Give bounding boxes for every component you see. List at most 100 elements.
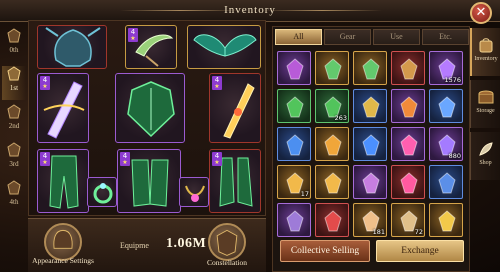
level-tab-3rd[interactable]: 3rd <box>2 142 26 176</box>
inventory-panel: All Gear Use Etc. 1576 263 880 17 181 72 <box>272 26 470 272</box>
level-tab-4th[interactable]: 4th <box>2 180 26 214</box>
inventory-item[interactable]: 263 <box>315 89 349 123</box>
inventory-item[interactable] <box>353 165 387 199</box>
slot-boots[interactable]: 4 ★ <box>209 149 261 213</box>
inventory-item[interactable] <box>429 203 463 237</box>
gold-staff-icon <box>438 210 456 232</box>
side-tab-inventory[interactable]: Inventory <box>470 28 500 76</box>
blue-shard-icon <box>286 134 304 156</box>
gold-ring-icon <box>362 96 380 118</box>
slot-gloves[interactable]: 4 ★ <box>117 149 181 213</box>
tab-etc[interactable]: Etc. <box>422 29 469 45</box>
level-tab-0th[interactable]: 0th <box>2 28 26 62</box>
level-label: 4th <box>9 198 19 206</box>
ring-icon <box>93 183 113 204</box>
level-label: 0th <box>9 46 19 54</box>
green-crossbow-icon <box>362 58 380 80</box>
item-count: 1576 <box>444 76 461 84</box>
inventory-item[interactable] <box>315 203 349 237</box>
enhance-badge: 4 ★ <box>40 152 50 166</box>
inventory-item[interactable]: 1576 <box>429 51 463 85</box>
level-label: 1st <box>9 84 19 92</box>
inventory-item[interactable] <box>277 51 311 85</box>
enhance-badge: 4 ★ <box>212 76 222 90</box>
inventory-item[interactable]: 880 <box>429 127 463 161</box>
blue-crescent-icon <box>362 134 380 156</box>
inventory-item[interactable] <box>353 89 387 123</box>
inventory-item[interactable] <box>277 127 311 161</box>
inventory-item[interactable] <box>391 51 425 85</box>
slot-blade-weapon[interactable]: 4 ★ <box>37 73 89 143</box>
pink-gem-pendant-icon <box>400 172 418 194</box>
inventory-item[interactable] <box>315 51 349 85</box>
tab-use[interactable]: Use <box>373 29 420 45</box>
inventory-item[interactable] <box>315 165 349 199</box>
slot-chest-armor[interactable] <box>115 73 185 143</box>
inventory-item[interactable] <box>277 89 311 123</box>
collective-selling-button[interactable]: Collective Selling <box>280 240 370 262</box>
side-tab-shop[interactable]: Shop <box>470 132 500 180</box>
slot-scythe[interactable]: 4 ★ <box>125 25 177 69</box>
inventory-item[interactable]: 17 <box>277 165 311 199</box>
equipment-score-value: 1.06M <box>166 236 207 251</box>
inventory-item[interactable]: 181 <box>353 203 387 237</box>
inventory-item[interactable] <box>429 89 463 123</box>
side-tab-label: Shop <box>479 160 492 166</box>
item-count: 17 <box>300 190 309 198</box>
side-tabs: Inventory Storage Shop <box>470 28 500 272</box>
blue-cluster-icon <box>438 172 456 194</box>
inventory-item[interactable] <box>315 127 349 161</box>
slot-dragon-helm[interactable] <box>37 25 107 69</box>
equipment-score-label: Equipme <box>120 241 149 250</box>
slot-leg-armor[interactable]: 4 ★ <box>37 149 89 213</box>
dragon-helm-icon <box>45 27 101 67</box>
inventory-item[interactable] <box>429 165 463 199</box>
dark-helm-icon <box>286 210 304 232</box>
close-button[interactable]: ✕ <box>470 2 492 24</box>
helmet-icon <box>53 229 73 249</box>
inventory-item[interactable] <box>277 203 311 237</box>
level-label: 2nd <box>8 122 20 130</box>
bottom-bar: Appearance Settings Equipme 1.06M Conste… <box>28 218 266 272</box>
amber-block-icon <box>324 134 342 156</box>
enhance-badge: 4 ★ <box>120 152 130 166</box>
inventory-item[interactable] <box>391 165 425 199</box>
green-crossbow-icon <box>324 58 342 80</box>
inventory-item[interactable] <box>391 89 425 123</box>
level-label: 3rd <box>9 160 19 168</box>
treasure-chest-icon <box>400 58 418 80</box>
level-badge-icon <box>7 28 21 43</box>
item-count: 181 <box>372 228 385 236</box>
inventory-tabs: All Gear Use Etc. <box>275 29 469 45</box>
exchange-button[interactable]: Exchange <box>376 240 464 262</box>
constellation-button[interactable] <box>208 223 246 261</box>
item-count: 263 <box>334 114 347 122</box>
tab-gear[interactable]: Gear <box>324 29 371 45</box>
shop-icon <box>478 142 493 156</box>
slot-necklace[interactable] <box>179 177 209 207</box>
green-potion-icon <box>286 96 304 118</box>
side-tab-label: Inventory <box>474 56 498 62</box>
blue-crystal-icon <box>438 96 456 118</box>
inventory-item[interactable]: 72 <box>391 203 425 237</box>
side-tab-label: Storage <box>476 108 495 114</box>
slot-wings[interactable] <box>187 25 261 69</box>
tab-all[interactable]: All <box>275 29 322 45</box>
level-selector: 0th 1st 2nd 3rd 4th <box>0 28 26 228</box>
level-badge-icon <box>7 142 21 157</box>
inventory-item[interactable] <box>353 127 387 161</box>
inventory-item[interactable] <box>391 127 425 161</box>
enhance-badge: 4 ★ <box>128 28 138 42</box>
side-tab-storage[interactable]: Storage <box>470 80 500 128</box>
gold-feather-icon <box>324 172 342 194</box>
chest-armor-icon <box>127 81 175 138</box>
level-badge-icon <box>7 180 21 195</box>
level-tab-2nd[interactable]: 2nd <box>2 104 26 138</box>
slot-golden-dagger[interactable]: 4 ★ <box>209 73 261 143</box>
necklace-icon <box>185 185 205 202</box>
equipment-board: 4 ★ 4 ★ 4 ★ 4 ★ 4 ★ 4 ★ <box>28 20 266 216</box>
appearance-settings-label: Appearance Settings <box>32 256 94 265</box>
level-tab-1st[interactable]: 1st <box>2 66 26 100</box>
inventory-item[interactable] <box>353 51 387 85</box>
slot-ring[interactable] <box>87 177 117 207</box>
